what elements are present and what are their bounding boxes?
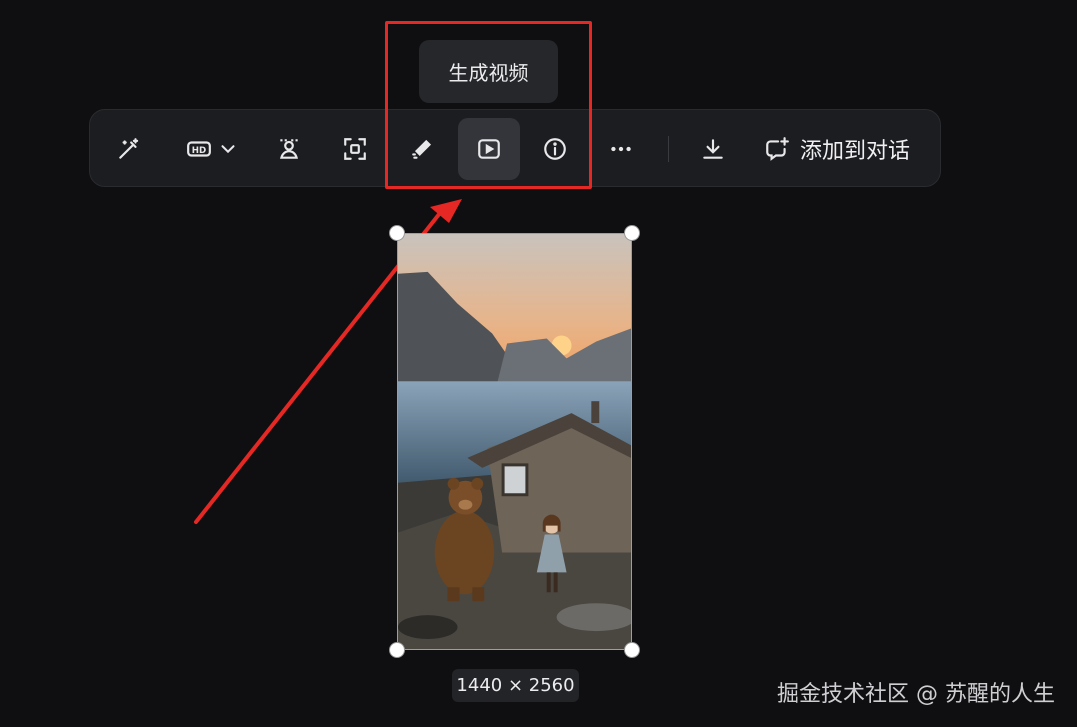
toolbar-divider xyxy=(668,136,669,162)
add-to-chat-label: 添加到对话 xyxy=(800,139,911,164)
magic-wand-button[interactable] xyxy=(98,118,160,180)
play-icon xyxy=(478,139,500,159)
hd-icon: HD xyxy=(187,141,211,157)
remove-background-button[interactable] xyxy=(258,118,320,180)
generate-video-tooltip: 生成视频 xyxy=(419,40,558,103)
chat-add-icon xyxy=(766,137,789,161)
svg-text:HD: HD xyxy=(192,146,206,156)
download-button[interactable] xyxy=(682,118,744,180)
person-cutout-icon xyxy=(280,139,298,159)
add-to-chat-button[interactable]: 添加到对话 xyxy=(764,118,924,180)
dimensions-text: 1440 × 2560 xyxy=(456,675,575,696)
resize-handle-bottom-left[interactable] xyxy=(389,642,405,658)
tooltip-text: 生成视频 xyxy=(448,61,529,85)
resize-handle-top-right[interactable] xyxy=(624,225,640,241)
hd-upscale-button[interactable]: HD xyxy=(174,118,250,180)
more-dots-icon xyxy=(611,146,631,152)
eraser-icon xyxy=(412,139,432,159)
info-button[interactable] xyxy=(524,118,586,180)
generate-video-button[interactable] xyxy=(458,118,520,180)
download-icon xyxy=(703,139,723,159)
eraser-button[interactable] xyxy=(392,118,454,180)
selected-image[interactable] xyxy=(397,233,632,650)
resize-handle-top-left[interactable] xyxy=(389,225,405,241)
more-button[interactable] xyxy=(590,118,652,180)
info-icon xyxy=(544,138,566,160)
scene-illustration xyxy=(398,234,631,649)
image-dimensions-badge: 1440 × 2560 xyxy=(452,669,579,702)
expand-frame-icon xyxy=(344,138,366,160)
image-toolbar: HD 添加到对话 xyxy=(89,109,941,187)
resize-handle-bottom-right[interactable] xyxy=(624,642,640,658)
expand-image-button[interactable] xyxy=(324,118,386,180)
watermark-text: 掘金技术社区 @ 苏醒的人生 xyxy=(777,682,1055,707)
chevron-down-icon xyxy=(221,145,235,154)
magic-wand-icon xyxy=(119,138,139,159)
